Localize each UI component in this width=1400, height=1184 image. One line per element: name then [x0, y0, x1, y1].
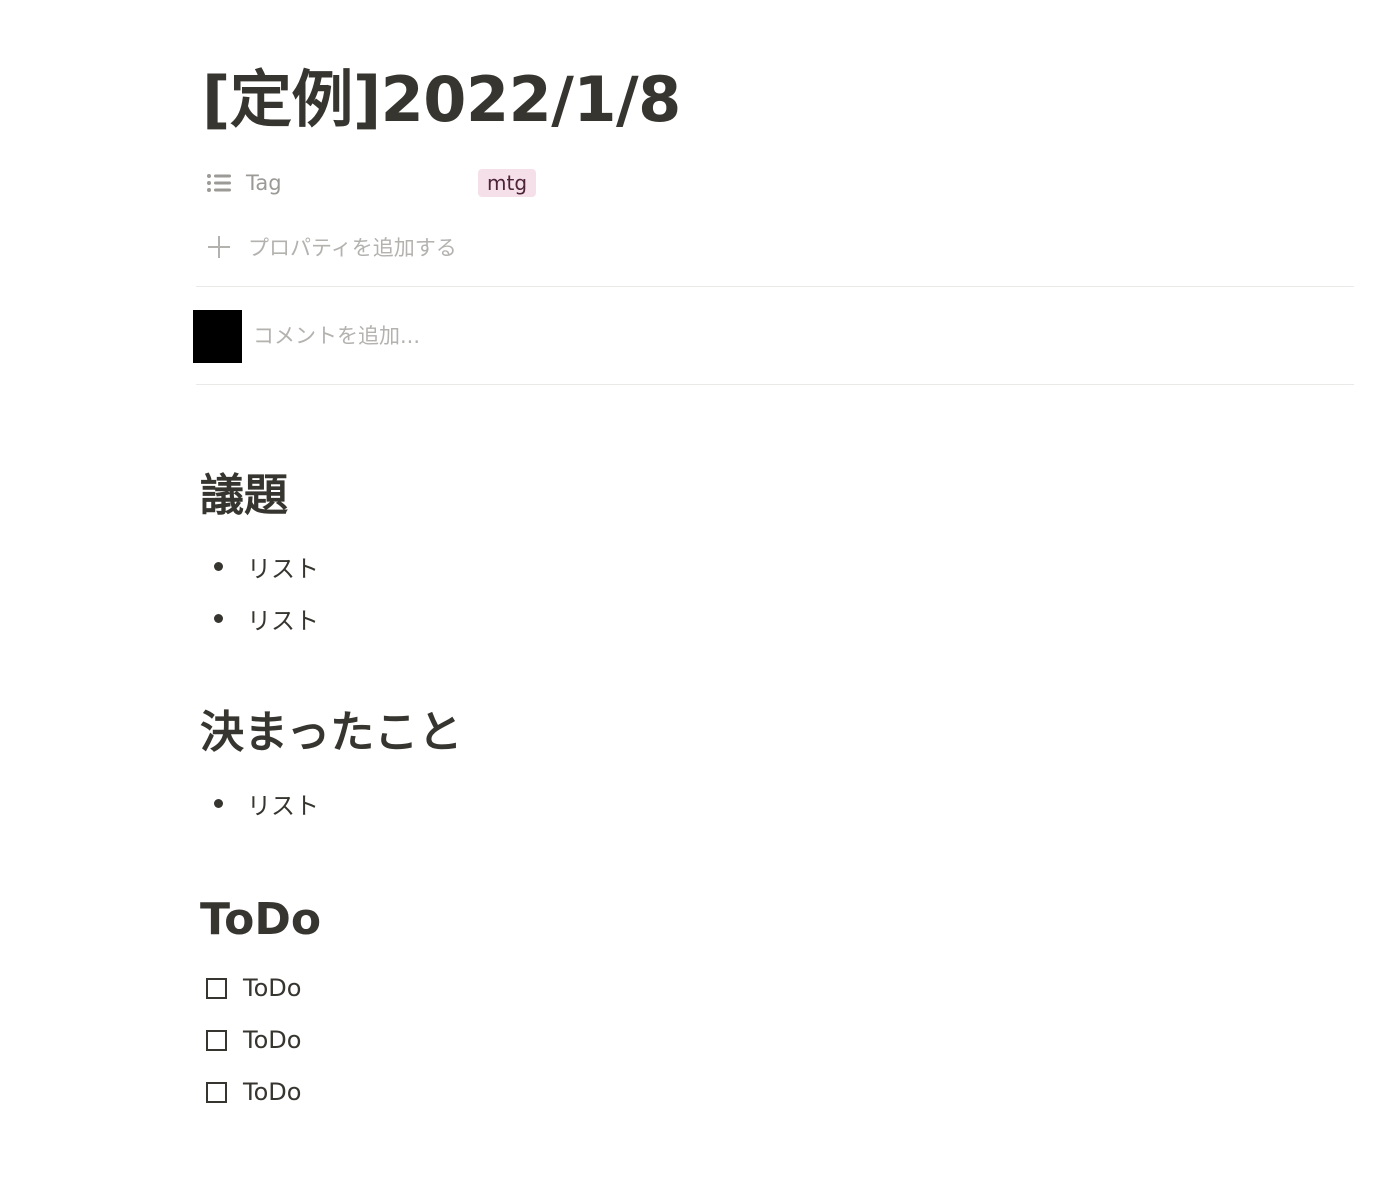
list-item[interactable]: リスト [196, 598, 319, 638]
heading-agenda[interactable]: 議題 [200, 468, 288, 524]
heading-decisions[interactable]: 決まったこと [200, 705, 462, 761]
bullet-icon [214, 798, 223, 808]
todo-item-text: ToDo [243, 974, 302, 1002]
plus-icon [206, 234, 232, 260]
add-property-button[interactable]: プロパティを追加する [196, 228, 457, 266]
list-item[interactable]: リスト [196, 546, 319, 586]
checkbox[interactable] [206, 977, 227, 999]
property-row-tag[interactable]: Tag mtg [196, 164, 1354, 202]
todo-item[interactable]: ToDo [196, 1020, 301, 1060]
property-name[interactable]: Tag [196, 171, 476, 195]
property-name-label: Tag [246, 171, 282, 195]
bullet-icon [214, 561, 223, 571]
checkbox[interactable] [206, 1029, 227, 1051]
todo-item[interactable]: ToDo [196, 1072, 301, 1112]
list-item[interactable]: リスト [196, 783, 319, 823]
todo-item-text: ToDo [243, 1026, 302, 1054]
list-item-text: リスト [247, 606, 319, 635]
comment-input[interactable] [253, 324, 853, 348]
tag-pill-mtg[interactable]: mtg [478, 169, 537, 197]
add-property-label: プロパティを追加する [248, 236, 457, 260]
checkbox[interactable] [206, 1081, 227, 1103]
avatar [193, 309, 242, 363]
list-item-text: リスト [247, 554, 319, 583]
todo-item-text: ToDo [243, 1078, 302, 1106]
todo-item[interactable]: ToDo [196, 968, 301, 1008]
page-title[interactable]: [定例]2022/1/8 [202, 58, 681, 142]
divider [196, 384, 1354, 385]
bullet-icon [214, 613, 223, 623]
divider [196, 286, 1354, 287]
list-icon [206, 172, 232, 194]
list-item-text: リスト [247, 791, 319, 820]
heading-todo[interactable]: ToDo [200, 892, 321, 948]
comment-row [193, 309, 853, 363]
